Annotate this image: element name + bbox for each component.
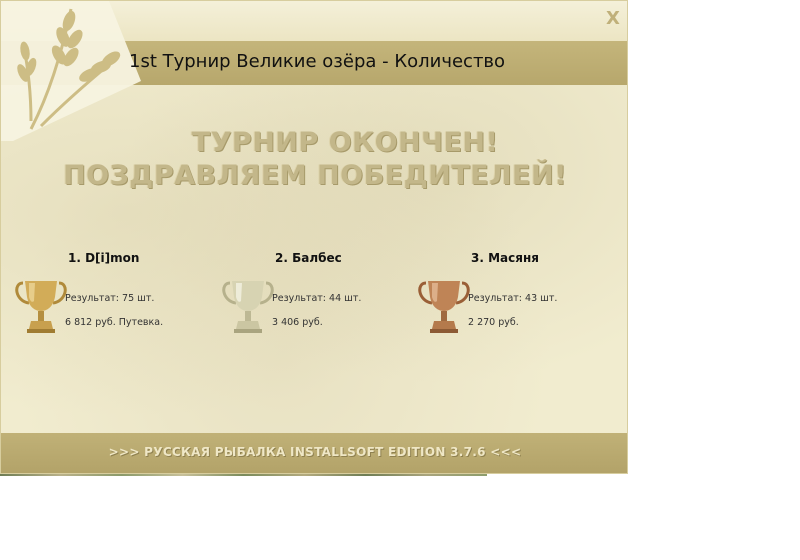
headline-line-1: ТУРНИР ОКОНЧЕН!: [191, 127, 499, 158]
gold-trophy-icon: [15, 281, 67, 333]
winner-2: 2. Балбес Результат: 44 шт. 3 406 руб.: [222, 251, 422, 351]
winner-prize: 2 270 руб.: [468, 317, 519, 328]
footer-band: >>> РУССКАЯ РЫБАЛКА INSTALLSOFT EDITION …: [1, 433, 627, 473]
headline-line-2: ПОЗДРАВЛЯЕМ ПОБЕДИТЕЛЕЙ!: [63, 160, 567, 191]
winner-name: 1. D[i]mon: [68, 251, 140, 265]
winner-prize: 3 406 руб.: [272, 317, 323, 328]
winner-prize: 6 812 руб. Путевка.: [65, 317, 164, 328]
winner-result: Результат: 44 шт.: [272, 293, 362, 304]
wheat-logo-icon: [1, 1, 141, 141]
winner-name: 2. Балбес: [275, 251, 342, 265]
tournament-results-dialog: X 1st Турнир Великие озёра - Количество …: [0, 0, 628, 474]
footer-version-text: >>> РУССКАЯ РЫБАЛКА INSTALLSOFT EDITION …: [108, 445, 522, 459]
winner-name: 3. Масяня: [471, 251, 539, 265]
winner-result: Результат: 43 шт.: [468, 293, 558, 304]
silver-trophy-icon: [222, 281, 274, 333]
winner-1: 1. D[i]mon Результат: 75 шт. 6 812 руб. …: [15, 251, 215, 351]
close-button[interactable]: X: [601, 7, 625, 31]
bronze-trophy-icon: [418, 281, 470, 333]
winner-result: Результат: 75 шт.: [65, 293, 155, 304]
winner-3: 3. Масяня Результат: 43 шт. 2 270 руб.: [418, 251, 618, 351]
results-headline: ТУРНИР ОКОНЧЕН! ПОЗДРАВЛЯЕМ ПОБЕДИТЕЛЕЙ!: [1, 126, 627, 192]
window-title: 1st Турнир Великие озёра - Количество: [129, 51, 506, 72]
